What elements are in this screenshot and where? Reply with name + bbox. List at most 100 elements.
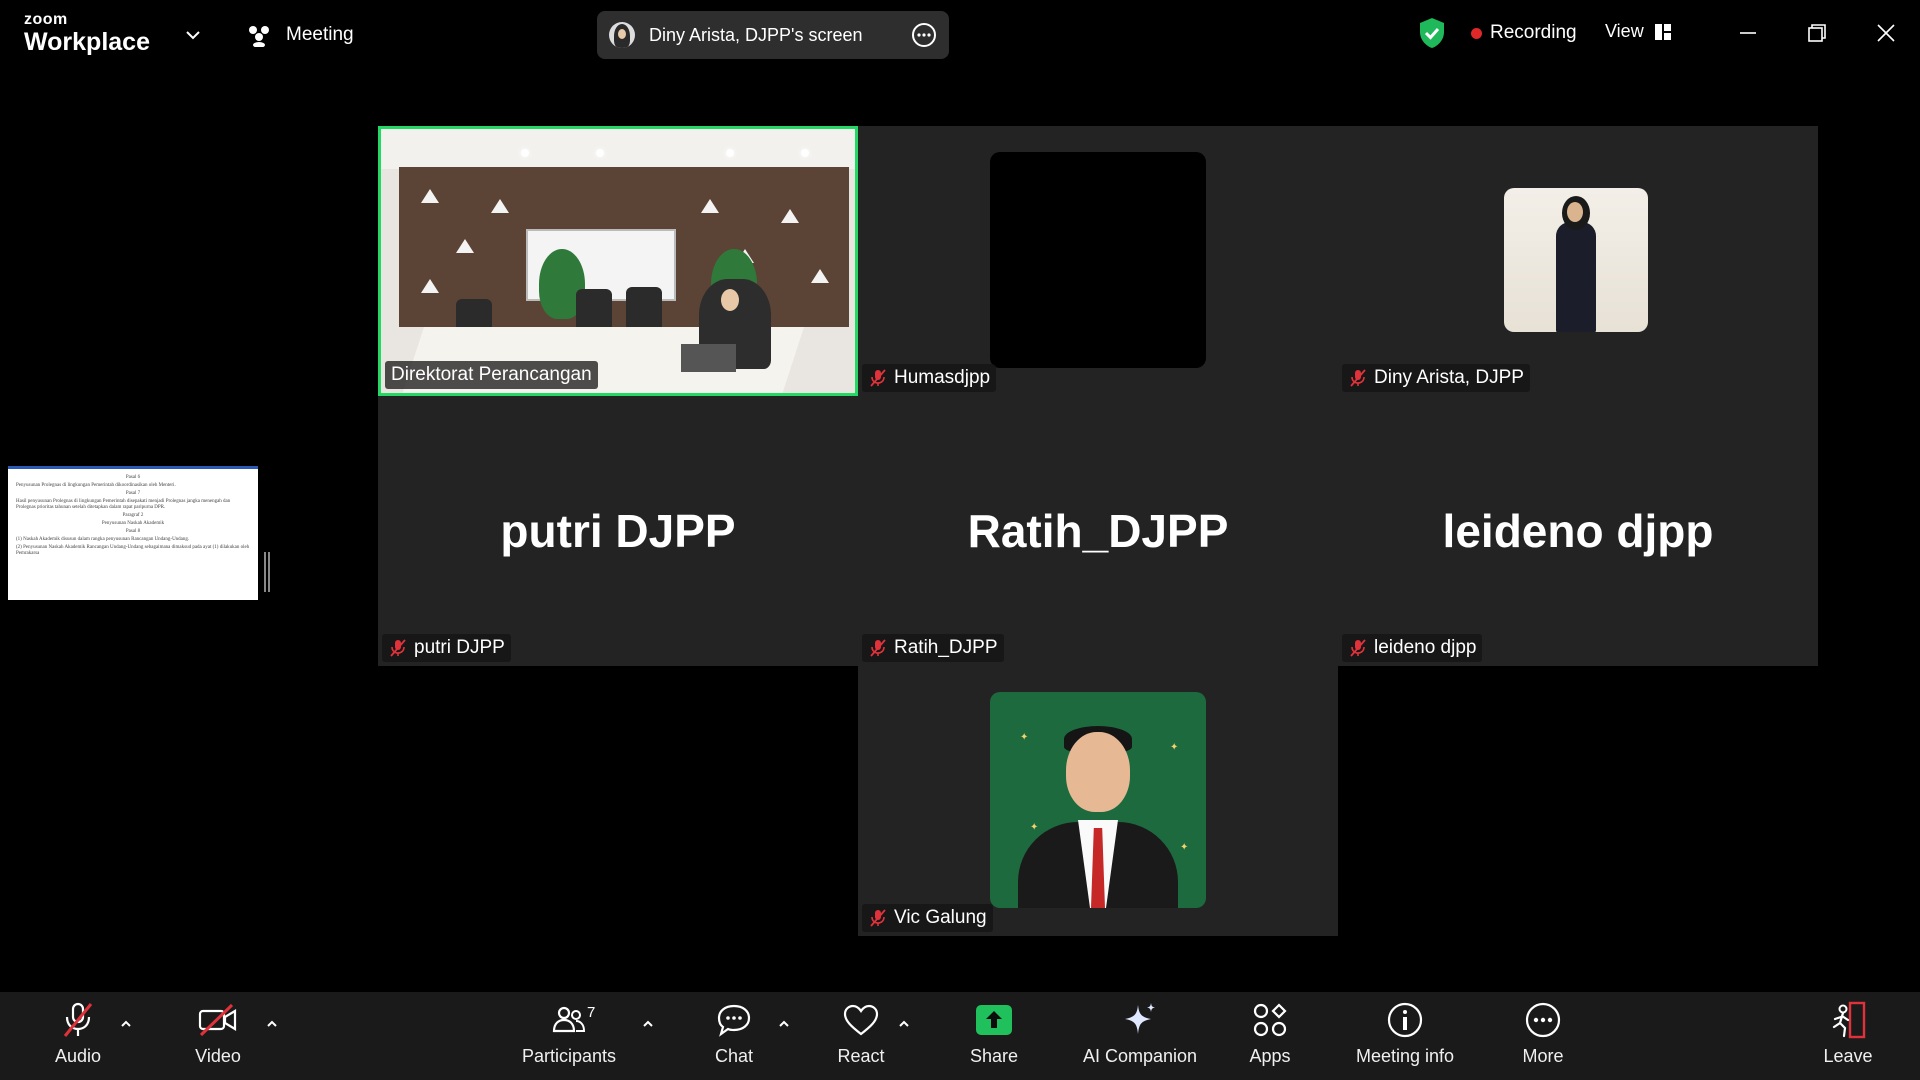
video-tile-putri-djpp[interactable]: putri DJPP putri DJPP (378, 396, 858, 666)
more-options-icon[interactable] (911, 22, 937, 48)
leave-icon (1832, 1001, 1866, 1039)
video-tile-ratih-djpp[interactable]: Ratih_DJPP Ratih_DJPP (858, 396, 1338, 666)
chevron-up-icon[interactable] (896, 1016, 912, 1032)
react-button[interactable]: React (835, 1000, 887, 1072)
mic-muted-icon (1350, 369, 1366, 387)
doc-line: Paragraf 2 (122, 513, 144, 518)
doc-line: Pasal 8 (125, 529, 141, 534)
video-tile-vic-galung[interactable]: ✦ ✦ ✦ ✦ Vic Galung (858, 666, 1338, 936)
participant-name-tag: putri DJPP (382, 634, 511, 662)
video-off-icon (198, 1003, 237, 1037)
participant-name-tag: leideno djpp (1342, 634, 1483, 662)
doc-line: (1) Naskah Akademik disusun dalam rangka… (16, 537, 190, 542)
chat-icon (717, 1004, 751, 1037)
recording-dot (1471, 27, 1482, 39)
brand-large: Workplace (24, 28, 150, 56)
participant-name: Humasdjpp (894, 367, 991, 388)
participant-name: Direktorat Perancangan (391, 364, 592, 385)
shared-screen-thumbnail[interactable]: Pasal 6 Penyusunan Prolegnas di lingkung… (8, 466, 258, 600)
participants-icon (552, 1006, 586, 1033)
participant-big-name: leideno djpp (1442, 505, 1714, 557)
leave-button[interactable]: Leave (1822, 1000, 1874, 1072)
participant-name: putri DJPP (414, 637, 505, 658)
video-tile-diny-arista[interactable]: Diny Arista, DJPP (1338, 126, 1818, 396)
audio-button[interactable]: Audio (52, 1000, 104, 1072)
sparkle-icon (1125, 1003, 1155, 1034)
chevron-down-icon[interactable] (184, 26, 202, 44)
doc-line: (2) Penyusunan Naskah Akademik Rancangan… (16, 545, 250, 556)
doc-line: Pasal 7 (125, 491, 141, 496)
mic-muted-icon (390, 639, 406, 657)
mic-muted-icon (870, 369, 886, 387)
minimize-icon[interactable] (1733, 18, 1763, 48)
participant-avatar (990, 152, 1206, 368)
share-label: Share (969, 1046, 1019, 1066)
doc-line: Pasal 6 (125, 475, 141, 480)
participant-name-tag: Ratih_DJPP (862, 634, 1004, 662)
chevron-up-icon[interactable] (264, 1016, 280, 1032)
info-icon (1387, 1002, 1423, 1038)
mic-muted-icon (870, 639, 886, 657)
mic-muted-icon (870, 909, 886, 927)
recording-label: Recording (1490, 22, 1577, 43)
meeting-info-button[interactable]: Meeting info (1346, 1000, 1464, 1072)
participant-name-tag: Diny Arista, DJPP (1342, 364, 1530, 392)
meeting-label: Meeting (286, 24, 354, 45)
brand-small: zoom (24, 11, 68, 28)
participant-name: Ratih_DJPP (894, 637, 998, 658)
top-bar: zoom Workplace Meeting Diny Arista, DJPP… (0, 0, 1920, 68)
video-tile-direktorat-perancangan[interactable]: Direktorat Perancangan (378, 126, 858, 396)
app-logo: zoom Workplace (24, 12, 150, 55)
chevron-up-icon[interactable] (776, 1016, 792, 1032)
participants-label: Participants (521, 1046, 617, 1066)
leave-label: Leave (1823, 1046, 1873, 1066)
heart-icon (843, 1004, 879, 1036)
restore-icon[interactable] (1802, 18, 1832, 48)
chevron-up-icon[interactable] (118, 1016, 134, 1032)
ai-companion-button[interactable]: AI Companion (1080, 1000, 1200, 1072)
participant-big-name: putri DJPP (500, 505, 736, 557)
close-icon[interactable] (1871, 18, 1901, 48)
video-button[interactable]: Video (192, 1000, 244, 1072)
meeting-toolbar: Audio Video 7 Participants Chat React Sh… (0, 992, 1920, 1080)
shield-check-icon[interactable] (1418, 17, 1446, 49)
participant-name-tag: Humasdjpp (862, 364, 997, 392)
doc-line: Hasil penyusunan Prolegnas di lingkungan… (16, 499, 231, 510)
more-button[interactable]: More (1517, 1000, 1569, 1072)
people-icon (249, 26, 269, 47)
view-label: View (1605, 21, 1644, 41)
meeting-button[interactable]: Meeting (246, 20, 354, 50)
video-feed (381, 129, 855, 393)
resize-handle[interactable] (264, 552, 270, 592)
participants-button[interactable]: 7 Participants (516, 1000, 622, 1072)
doc-line: Penyusunan Naskah Akademik (101, 521, 165, 526)
participant-photo: ✦ ✦ ✦ ✦ (990, 692, 1206, 908)
video-label: Video (195, 1046, 241, 1066)
doc-line: Penyusunan Prolegnas di lingkungan Pemer… (16, 483, 176, 488)
react-label: React (837, 1046, 885, 1066)
video-tile-leideno-djpp[interactable]: leideno djpp leideno djpp (1338, 396, 1818, 666)
more-label: More (1522, 1046, 1564, 1066)
participant-name: Diny Arista, DJPP (1374, 367, 1524, 388)
more-icon (1525, 1002, 1561, 1038)
mic-muted-icon (63, 1002, 93, 1037)
screen-share-pill[interactable]: Diny Arista, DJPP's screen (597, 11, 949, 59)
participant-big-name: Ratih_DJPP (967, 505, 1229, 557)
participant-photo (1504, 188, 1648, 332)
chat-button[interactable]: Chat (708, 1000, 760, 1072)
chevron-up-icon[interactable] (640, 1016, 656, 1032)
video-tile-humasdjpp[interactable]: Humasdjpp (858, 126, 1338, 396)
recording-indicator[interactable]: Recording (1471, 22, 1577, 44)
apps-icon (1253, 1003, 1287, 1037)
apps-button[interactable]: Apps (1244, 1000, 1296, 1072)
participant-name-tag: Vic Galung (862, 904, 993, 932)
participant-name: leideno djpp (1374, 637, 1477, 658)
participant-name-tag: Direktorat Perancangan (385, 361, 598, 389)
participant-name: Vic Galung (894, 907, 987, 928)
audio-label: Audio (54, 1046, 102, 1066)
view-button[interactable]: View (1605, 21, 1672, 42)
meeting-info-label: Meeting info (1355, 1046, 1455, 1066)
chat-label: Chat (714, 1046, 754, 1066)
sharer-avatar (609, 22, 635, 48)
share-button[interactable]: Share (968, 1000, 1020, 1072)
